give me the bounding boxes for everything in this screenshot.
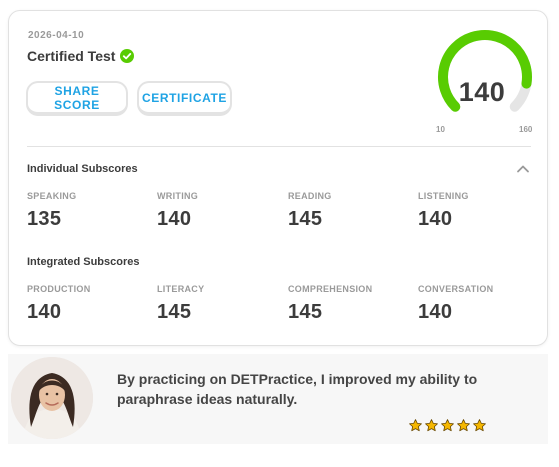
star-icon [473, 419, 486, 432]
overall-score: 140 [458, 77, 506, 107]
subscore-label: READING [288, 191, 332, 201]
star-icon [409, 419, 422, 432]
subscore-value: 135 [27, 208, 62, 230]
chevron-up-icon[interactable] [516, 164, 530, 174]
star-icon [425, 419, 438, 432]
share-score-button[interactable]: SHARE SCORE [26, 81, 128, 116]
subscore-label: LISTENING [418, 191, 469, 201]
subscore-literacy: LITERACY 145 [157, 284, 277, 324]
test-date: 2026-04-10 [28, 30, 85, 41]
subscore-value: 145 [288, 208, 323, 230]
subscore-label: PRODUCTION [27, 284, 91, 294]
subscore-value: 140 [157, 208, 192, 230]
divider [27, 146, 531, 147]
certificate-button[interactable]: CERTIFICATE [137, 81, 232, 116]
subscore-label: WRITING [157, 191, 199, 201]
score-gauge: 140 10 160 [427, 29, 537, 134]
subscore-reading: READING 145 [288, 191, 408, 231]
gauge-min-label: 10 [436, 125, 445, 134]
gauge-max-label: 160 [519, 125, 533, 134]
subscore-label: CONVERSATION [418, 284, 494, 294]
subscore-listening: LISTENING 140 [418, 191, 538, 231]
subscore-label: SPEAKING [27, 191, 77, 201]
subscore-conversation: CONVERSATION 140 [418, 284, 538, 324]
star-icon [457, 419, 470, 432]
testimonial: By practicing on DETPractice, I improved… [8, 354, 548, 444]
avatar-illustration [11, 357, 93, 439]
check-circle-icon [120, 49, 135, 63]
subscore-comprehension: COMPREHENSION 145 [288, 284, 408, 324]
subscore-value: 140 [418, 301, 453, 323]
test-title-row: Certified Test [27, 48, 135, 64]
star-icon [441, 419, 454, 432]
subscore-value: 145 [288, 301, 323, 323]
subscore-value: 140 [418, 208, 453, 230]
star-rating [408, 418, 487, 433]
avatar [11, 357, 93, 439]
subscore-value: 140 [27, 301, 62, 323]
score-card: 2026-04-10 Certified Test SHARE SCORE CE… [8, 10, 548, 346]
test-title: Certified Test [27, 48, 116, 64]
integrated-subscores-title: Integrated Subscores [27, 256, 140, 268]
subscore-label: LITERACY [157, 284, 205, 294]
subscore-label: COMPREHENSION [288, 284, 373, 294]
individual-subscores-title: Individual Subscores [27, 163, 138, 175]
subscore-speaking: SPEAKING 135 [27, 191, 147, 231]
subscore-value: 145 [157, 301, 192, 323]
testimonial-quote: By practicing on DETPractice, I improved… [117, 371, 478, 407]
subscore-writing: WRITING 140 [157, 191, 277, 231]
subscore-production: PRODUCTION 140 [27, 284, 147, 324]
